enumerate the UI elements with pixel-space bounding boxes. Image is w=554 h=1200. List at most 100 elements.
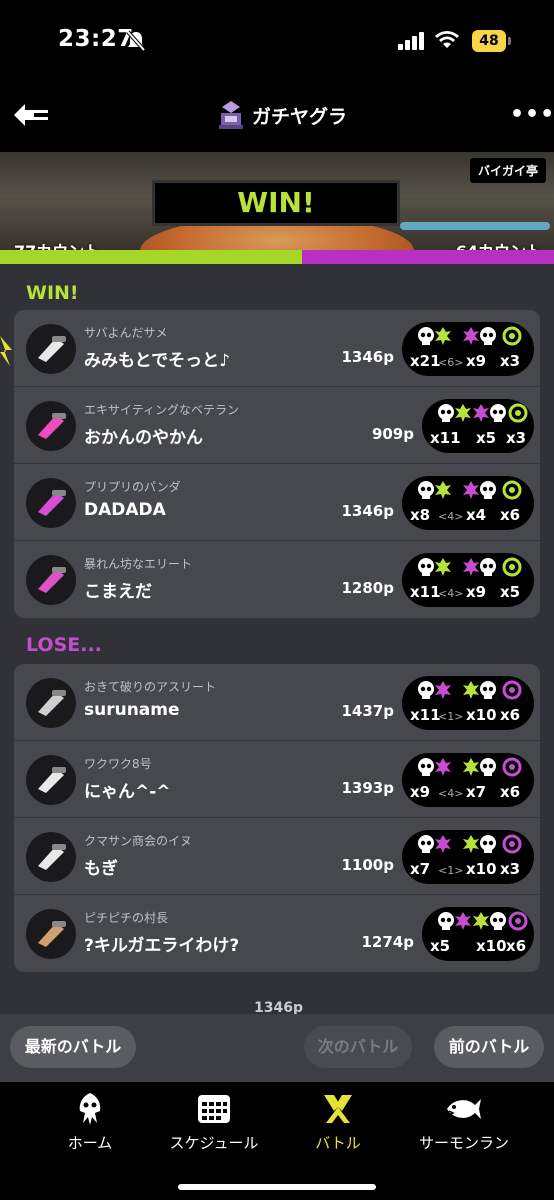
- tab-schedule[interactable]: スケジュール: [154, 1092, 274, 1153]
- special-count: x6: [500, 783, 521, 801]
- assist-icon: [435, 327, 451, 345]
- kill-icon: [480, 835, 496, 853]
- player-title: おきて破りのアスリート: [84, 680, 217, 694]
- battle-icon: [324, 1095, 352, 1123]
- self-pointer-icon: [0, 336, 12, 366]
- player-title: プリプリのパンダ: [84, 480, 181, 494]
- weapon-icon: [26, 401, 76, 451]
- player-name: ?キルガエライわけ?: [84, 936, 240, 956]
- kill-icon: [418, 558, 434, 576]
- player-title: サバよんだサメ: [84, 326, 168, 340]
- player-row[interactable]: サバよんだサメ みみもとでそっと♪ 1346p x21 <6> x9 x3: [14, 310, 540, 387]
- kill-icon: [480, 327, 496, 345]
- player-row[interactable]: 暴れん坊なエリート こまえだ 1280p x11 <4> x9 x5: [14, 541, 540, 618]
- battery-level: 48: [472, 30, 506, 52]
- death-count: x10: [466, 706, 497, 724]
- my-team-score-fill: [0, 250, 303, 264]
- assist-count: <6>: [438, 356, 464, 369]
- tab-bar: ホーム スケジュール バトル サーモンラン: [0, 1082, 554, 1200]
- death-count: x4: [466, 506, 487, 524]
- player-name: suruname: [84, 700, 180, 720]
- score-bar: [0, 250, 554, 264]
- kill-icon: [480, 758, 496, 776]
- next-card-peek: 1346p: [254, 1000, 303, 1014]
- prev-battle-button[interactable]: 前のバトル: [434, 1026, 544, 1068]
- nav-bar: ガチヤグラ •••: [0, 82, 554, 152]
- mode-title: ガチヤグラ: [252, 105, 348, 128]
- death-count: x9: [466, 352, 487, 370]
- player-stats: x5 x10 x6: [422, 907, 534, 961]
- assist-count: <1>: [438, 710, 464, 723]
- kill-icon: [490, 404, 506, 422]
- special-weapon-icon: [502, 680, 522, 700]
- player-points: 1274p: [361, 933, 415, 951]
- death-count: x10: [466, 860, 497, 878]
- special-count: x3: [500, 860, 521, 878]
- salmon-icon: [447, 1099, 481, 1119]
- battle-result: WIN!: [152, 180, 400, 226]
- assist-icon: [455, 404, 471, 422]
- kill-icon: [418, 835, 434, 853]
- player-name: にゃん^-^: [84, 782, 171, 802]
- player-row[interactable]: おきて破りのアスリート suruname 1437p x11 <1> x10 x6: [14, 664, 540, 741]
- kill-count: x21: [410, 352, 441, 370]
- kill-icon: [418, 681, 434, 699]
- player-title: 暴れん坊なエリート: [84, 557, 193, 571]
- stage-name: バイガイ亭: [469, 158, 546, 183]
- win-team-card: サバよんだサメ みみもとでそっと♪ 1346p x21 <6> x9 x3 エキサイティングな…: [14, 310, 540, 618]
- tab-home[interactable]: ホーム: [30, 1092, 150, 1153]
- calendar-icon: [198, 1095, 230, 1123]
- latest-battle-button[interactable]: 最新のバトル: [10, 1026, 136, 1068]
- special-weapon-icon: [502, 834, 522, 854]
- wifi-icon: [435, 31, 459, 48]
- more-options-button[interactable]: •••: [510, 102, 554, 127]
- player-points: 1100p: [341, 856, 395, 874]
- weapon-icon: [26, 832, 76, 882]
- tab-salmon-run-label: サーモンラン: [418, 1134, 509, 1152]
- player-points: 1280p: [341, 579, 395, 597]
- assist-icon: [435, 558, 451, 576]
- next-battle-button[interactable]: 次のバトル: [304, 1026, 412, 1068]
- assist-count: <4>: [438, 587, 464, 600]
- enemy-team-score-fill: [302, 250, 554, 264]
- special-weapon-icon: [502, 557, 522, 577]
- player-points: 1437p: [341, 702, 395, 720]
- player-name: もぎ: [84, 859, 118, 879]
- player-name: おかんのやかん: [84, 428, 203, 448]
- player-points: 909p: [371, 425, 414, 443]
- kill-count: x5: [430, 937, 451, 955]
- win-section-label: WIN!: [26, 282, 79, 304]
- special-count: x6: [506, 937, 527, 955]
- player-stats: x11 <1> x10 x6: [402, 676, 534, 730]
- lose-section-label: LOSE...: [26, 634, 102, 656]
- player-row[interactable]: エキサイティングなベテラン おかんのやかん 909p x11 x5 x3: [14, 387, 540, 464]
- player-title: ピチピチの村長: [84, 911, 169, 925]
- special-count: x5: [500, 583, 521, 601]
- weapon-icon: [26, 478, 76, 528]
- kill-icon: [438, 912, 454, 930]
- player-row[interactable]: ピチピチの村長 ?キルガエライわけ? 1274p x5 x10 x6: [14, 895, 540, 972]
- assist-count: <1>: [438, 864, 464, 877]
- death-count: x10: [476, 937, 507, 955]
- player-points: 1393p: [341, 779, 395, 797]
- assist-icon: [455, 912, 471, 930]
- death-count: x7: [466, 783, 487, 801]
- special-count: x3: [506, 429, 527, 447]
- mode-header: ガチヤグラ: [218, 101, 347, 129]
- assist-icon: [435, 758, 451, 776]
- kill-count: x11: [430, 429, 461, 447]
- player-row[interactable]: クマサン商会のイヌ もぎ 1100p x7 <1> x10 x3: [14, 818, 540, 895]
- tab-salmon-run[interactable]: サーモンラン: [404, 1092, 524, 1153]
- battle-detail: WIN! サバよんだサメ みみもとでそっと♪ 1346p x21 <6> x9 x3 エキサイ…: [0, 264, 554, 1014]
- kill-count: x9: [410, 783, 431, 801]
- battle-navigation: 最新のバトル 次のバトル 前のバトル: [0, 1014, 554, 1082]
- player-row[interactable]: プリプリのパンダ DADADA 1346p x8 <4> x4 x6: [14, 464, 540, 541]
- player-row[interactable]: ワクワク8号 にゃん^-^ 1393p x9 <4> x7 x6: [14, 741, 540, 818]
- assist-icon: [435, 481, 451, 499]
- kill-count: x11: [410, 706, 441, 724]
- special-weapon-icon: [502, 480, 522, 500]
- tab-battle[interactable]: バトル: [278, 1092, 398, 1153]
- back-arrow-icon[interactable]: [14, 104, 50, 126]
- death-count: x5: [476, 429, 497, 447]
- battle-banner: バイガイ亭 WIN! 77カウント 64カウント: [0, 152, 554, 264]
